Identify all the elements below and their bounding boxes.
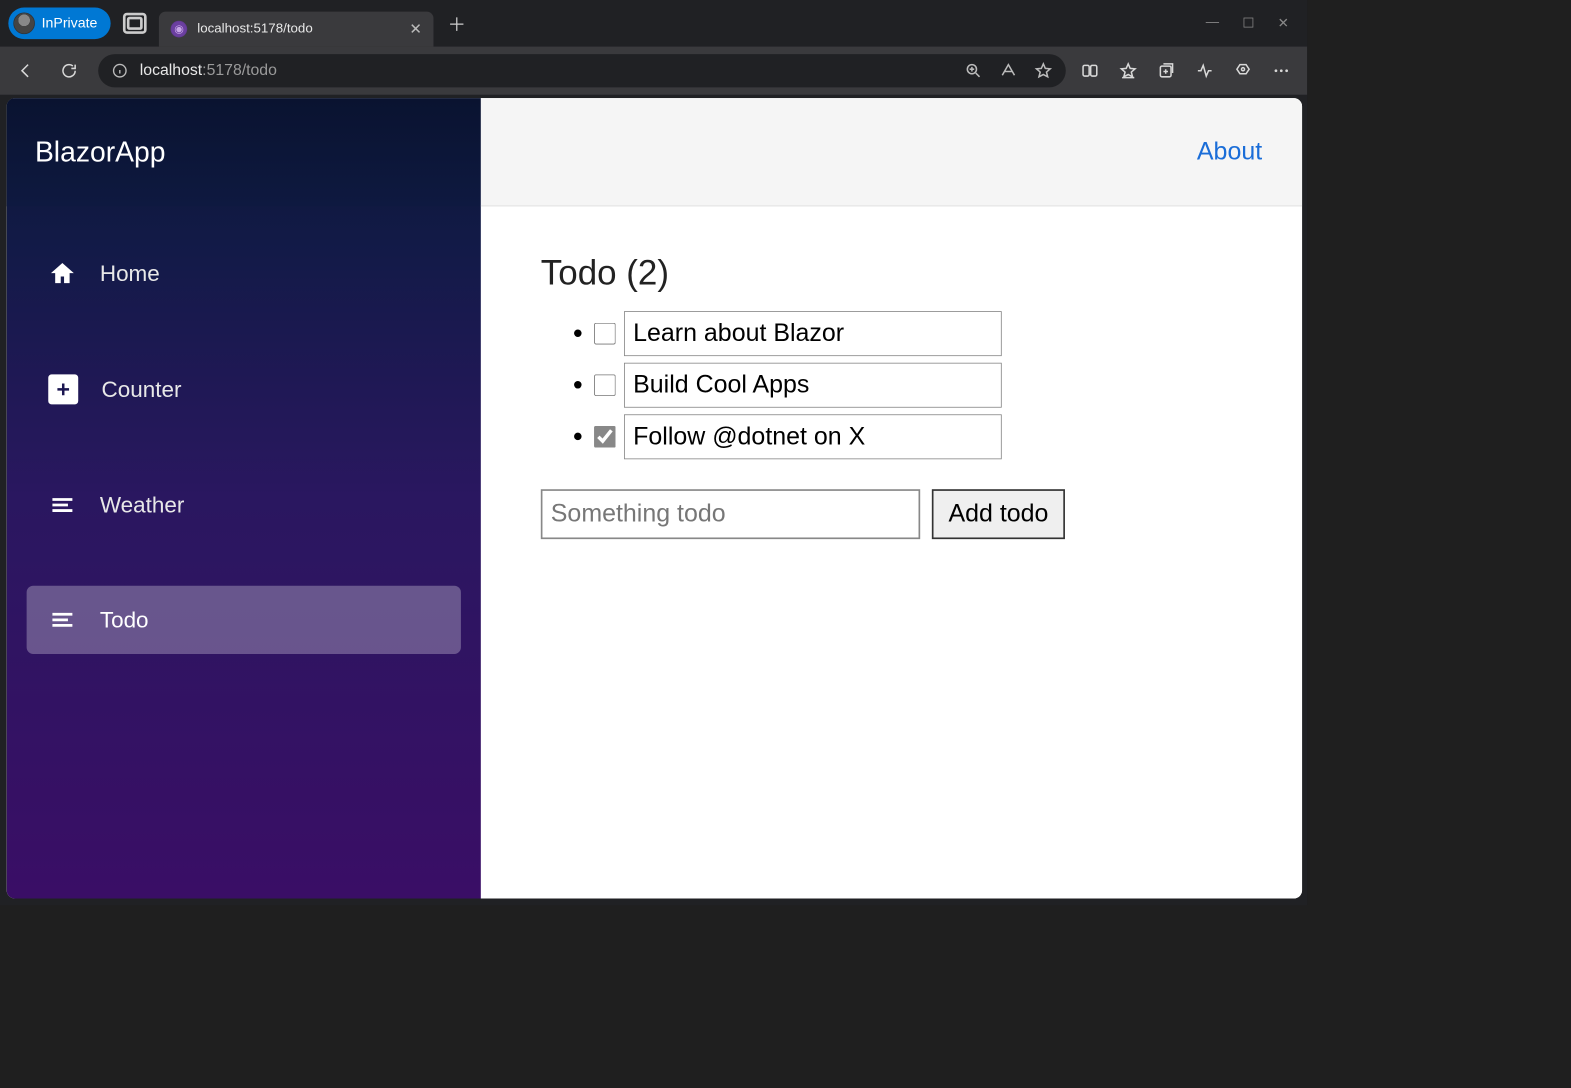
about-link[interactable]: About — [1197, 138, 1262, 166]
sidebar-nav: Home Counter Weather — [7, 206, 481, 687]
sidebar-item-counter[interactable]: Counter — [27, 354, 461, 424]
sidebar: BlazorApp Home Counter — [7, 98, 481, 898]
sidebar-item-weather[interactable]: Weather — [27, 471, 461, 539]
page-content: Todo (2) — [481, 206, 1302, 585]
inprivate-label: InPrivate — [42, 15, 98, 32]
new-todo-input[interactable] — [541, 489, 920, 539]
browser-tab-strip: InPrivate ◉ localhost:5178/todo ✕ ＋ — ☐ … — [0, 0, 1307, 47]
new-tab-button[interactable]: ＋ — [442, 8, 472, 38]
nav-refresh-button[interactable] — [55, 57, 83, 85]
sidebar-item-label: Weather — [100, 492, 184, 518]
split-screen-icon[interactable] — [1081, 62, 1099, 80]
page-title: Todo (2) — [541, 253, 1242, 293]
window-minimize-icon[interactable]: — — [1206, 15, 1219, 32]
tab-actions-button[interactable] — [119, 7, 151, 39]
todo-checkbox[interactable] — [594, 374, 616, 396]
todo-list — [541, 308, 1242, 463]
browser-toolbar: localhost:5178/todo — [0, 47, 1307, 95]
add-todo-button[interactable]: Add todo — [932, 489, 1065, 539]
add-todo-row: Add todo — [541, 489, 1242, 539]
list-icon — [48, 606, 76, 634]
todo-item — [594, 411, 1242, 463]
todo-text-input[interactable] — [624, 414, 1002, 459]
app-root: BlazorApp Home Counter — [7, 98, 1302, 898]
browser-viewport: BlazorApp Home Counter — [0, 95, 1307, 905]
tab-close-icon[interactable]: ✕ — [409, 20, 422, 37]
todo-item — [594, 308, 1242, 360]
plus-icon — [48, 374, 78, 404]
todo-text-input[interactable] — [624, 311, 1002, 356]
inprivate-badge[interactable]: InPrivate — [8, 7, 110, 39]
home-icon — [48, 260, 76, 288]
zoom-icon[interactable] — [964, 62, 982, 80]
app-brand[interactable]: BlazorApp — [7, 98, 481, 206]
sidebar-item-label: Counter — [102, 376, 182, 402]
performance-icon[interactable] — [1196, 62, 1214, 80]
url-text: localhost:5178/todo — [140, 62, 277, 80]
todo-item — [594, 359, 1242, 411]
more-menu-icon[interactable] — [1272, 62, 1290, 80]
window-close-icon[interactable]: ✕ — [1278, 15, 1289, 32]
main-content: About Todo (2) — [481, 98, 1302, 898]
sidebar-item-label: Home — [100, 261, 160, 287]
profile-avatar-icon — [13, 12, 35, 34]
read-aloud-icon[interactable] — [999, 62, 1017, 80]
todo-checkbox[interactable] — [594, 323, 616, 345]
sidebar-item-todo[interactable]: Todo — [27, 586, 461, 654]
favorite-star-icon[interactable] — [1034, 62, 1052, 80]
todo-checkbox[interactable] — [594, 426, 616, 448]
list-icon — [48, 491, 76, 519]
tab-title: localhost:5178/todo — [197, 22, 312, 37]
window-maximize-icon[interactable]: ☐ — [1242, 15, 1254, 32]
todo-text-input[interactable] — [624, 363, 1002, 408]
top-bar: About — [481, 98, 1302, 206]
collections-icon[interactable] — [1157, 62, 1175, 80]
browser-tab[interactable]: ◉ localhost:5178/todo ✕ — [159, 12, 434, 47]
sidebar-item-label: Todo — [100, 607, 149, 633]
nav-back-button[interactable] — [12, 57, 40, 85]
blazor-favicon-icon: ◉ — [171, 21, 188, 38]
site-info-icon[interactable] — [111, 62, 128, 79]
window-controls: — ☐ ✕ — [1206, 15, 1307, 32]
url-path: :5178/todo — [202, 62, 277, 79]
address-bar[interactable]: localhost:5178/todo — [98, 54, 1066, 87]
extensions-icon[interactable] — [1234, 62, 1252, 80]
sidebar-item-home[interactable]: Home — [27, 240, 461, 308]
favorites-icon[interactable] — [1119, 62, 1137, 80]
url-host: localhost — [140, 62, 202, 79]
